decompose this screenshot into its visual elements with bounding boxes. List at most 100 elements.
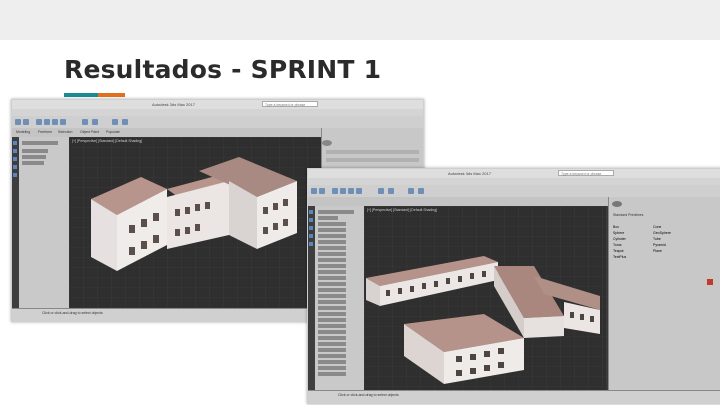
object-type-button[interactable]: Pyramid [653,243,666,247]
scene-item[interactable] [318,348,346,352]
redo-icon[interactable] [319,188,325,194]
slide-title: Resultados - SPRINT 1 [64,55,382,84]
undo-icon[interactable] [311,188,317,194]
scene-item[interactable] [318,288,346,292]
perspective-viewport[interactable]: [+] [Perspective] [Standard] [Default Sh… [69,137,321,309]
tool-icon[interactable] [309,218,313,222]
object-type-button[interactable]: Sphere [613,231,624,235]
status-text: Click or click-and-drag to select object… [338,393,399,397]
tool-icon[interactable] [309,234,313,238]
scene-item[interactable] [318,330,346,334]
status-bar: Click or click-and-drag to select object… [308,390,720,403]
scene-item[interactable] [22,155,46,159]
move-icon[interactable] [340,188,346,194]
tab-object-paint[interactable]: Object Paint [80,129,99,135]
mirror-icon[interactable] [92,119,98,125]
teapot-icon [612,201,622,207]
menu-bar[interactable] [308,178,720,185]
object-type-button[interactable]: Cylinder [613,237,626,241]
scene-item[interactable] [318,282,346,286]
scene-item[interactable] [318,210,354,214]
scene-item[interactable] [318,228,346,232]
search-input[interactable]: Type a keyword or phrase [558,170,614,176]
scene-item[interactable] [318,336,346,340]
render-icon[interactable] [418,188,424,194]
tool-icon[interactable] [309,226,313,230]
menu-bar[interactable] [12,109,423,116]
scene-item[interactable] [318,216,338,220]
snap-icon[interactable] [82,119,88,125]
mirror-icon[interactable] [388,188,394,194]
object-type-button[interactable]: Torus [613,243,622,247]
rotate-icon[interactable] [52,119,58,125]
move-icon[interactable] [44,119,50,125]
material-icon[interactable] [408,188,414,194]
object-type-button[interactable]: Cone [653,225,661,229]
scene-item[interactable] [318,294,346,298]
scene-item[interactable] [318,264,346,268]
object-type-button[interactable]: Teapot [613,249,624,253]
tool-icon[interactable] [13,165,17,169]
scene-item[interactable] [318,276,346,280]
slide-top-band [0,0,720,40]
scale-icon[interactable] [356,188,362,194]
object-type-button[interactable]: TextPlus [613,255,626,259]
tool-icon[interactable] [13,157,17,161]
tool-icon[interactable] [13,149,17,153]
window-titlebar: Autodesk 3ds Max 2017 Type a keyword or … [12,100,423,109]
scene-item[interactable] [318,222,346,226]
render-icon[interactable] [122,119,128,125]
tab-populate[interactable]: Populate [106,129,120,135]
tool-icon[interactable] [309,210,313,214]
scene-item[interactable] [318,300,346,304]
material-icon[interactable] [112,119,118,125]
perspective-viewport[interactable]: [+] [Perspective] [Standard] [Default Sh… [364,206,606,391]
left-tool-strip [12,137,19,309]
scene-item[interactable] [318,258,346,262]
scene-item[interactable] [22,141,58,145]
object-type-button[interactable]: Plane [653,249,662,253]
command-panel-title[interactable]: Standard Primitives [613,213,643,217]
scene-item[interactable] [318,372,346,376]
search-input[interactable]: Type a keyword or phrase [262,101,318,107]
tool-icon[interactable] [13,141,17,145]
tab-freeform[interactable]: Freeform [38,129,52,135]
scene-item[interactable] [318,318,346,322]
command-row[interactable] [326,158,419,162]
snap-icon[interactable] [378,188,384,194]
scene-item[interactable] [318,306,346,310]
select-icon[interactable] [332,188,338,194]
color-swatch[interactable] [707,279,713,285]
tab-selection[interactable]: Selection [58,129,72,135]
scene-item[interactable] [318,270,346,274]
tool-icon[interactable] [309,242,313,246]
object-type-button[interactable]: Box [613,225,619,229]
select-icon[interactable] [36,119,42,125]
tab-modeling[interactable]: Modeling [16,129,30,135]
window-title: Autodesk 3ds Max 2017 [448,171,491,176]
scene-item[interactable] [22,149,48,153]
window-title: Autodesk 3ds Max 2017 [152,102,195,107]
viewport-label[interactable]: [+] [Perspective] [Standard] [Default Sh… [72,139,142,143]
object-type-button[interactable]: GeoSphere [653,231,671,235]
scene-item[interactable] [318,324,346,328]
redo-icon[interactable] [23,119,29,125]
scene-item[interactable] [318,312,346,316]
scale-icon[interactable] [60,119,66,125]
command-row[interactable] [326,150,419,154]
undo-icon[interactable] [15,119,21,125]
object-type-button[interactable]: Tube [653,237,661,241]
viewport-label[interactable]: [+] [Perspective] [Standard] [Default Sh… [367,208,437,212]
scene-item[interactable] [318,240,346,244]
scene-item[interactable] [318,246,346,250]
scene-item[interactable] [318,234,346,238]
scene-item[interactable] [22,161,44,165]
building-model-render [364,206,606,391]
tool-icon[interactable] [13,173,17,177]
rotate-icon[interactable] [348,188,354,194]
scene-item[interactable] [318,342,346,346]
scene-item[interactable] [318,354,346,358]
scene-item[interactable] [318,366,346,370]
scene-item[interactable] [318,252,346,256]
scene-item[interactable] [318,360,346,364]
